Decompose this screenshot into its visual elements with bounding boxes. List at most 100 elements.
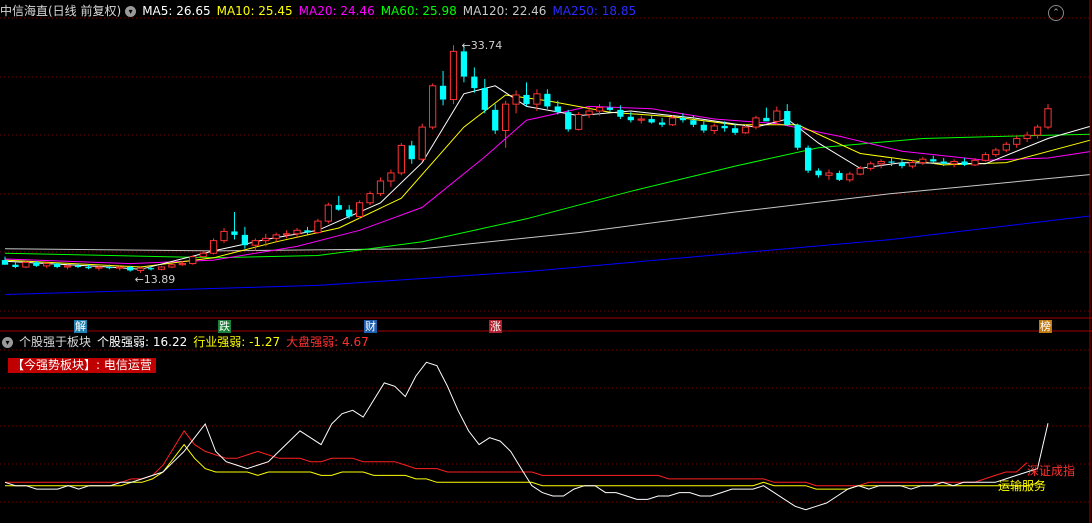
candle-body [752,117,760,128]
candle-body [595,107,604,112]
candle-body [888,161,895,163]
candle-body [1023,134,1031,140]
candle-body [220,230,228,242]
candle-body [919,158,927,164]
event-badge-zhang[interactable]: 涨 [489,320,502,333]
candle-body [262,237,270,242]
high-price-label: ←33.74 [461,39,502,52]
candle-body [794,124,801,148]
candle-body [304,230,311,233]
candle-body [502,103,510,132]
candle-body [324,204,332,222]
ma20-line [4,105,1090,265]
strength-series-line [5,430,1028,487]
candle-body [877,160,885,165]
candle-body [387,172,395,182]
candle-body [471,76,478,89]
candle-body [950,160,958,165]
candle-body [449,50,458,101]
candle-body [189,256,197,265]
ma5-line [4,85,1090,270]
candle-body [992,149,1000,156]
candle-body [251,240,259,246]
candle-body [54,263,61,268]
candle-body [908,162,917,167]
candle-body [293,229,301,235]
candle-body [272,234,280,239]
candle-body [127,267,134,271]
ma60-line [4,133,1090,259]
candle-body [1,260,9,265]
candle-body [898,162,906,167]
candle-body [12,264,19,268]
candle-body [116,266,124,269]
candle-body [606,107,614,110]
candle-body [481,88,488,110]
candle-body [784,111,791,125]
candle-body [429,85,437,128]
candle-body [85,267,92,269]
candle-body [439,85,447,100]
candle-body [981,154,990,161]
candle-body [627,116,634,121]
event-badge-cai[interactable]: 财 [364,320,377,333]
candle-body [1044,108,1052,128]
candle-body [971,159,979,166]
candle-body [95,266,103,269]
candle-body [314,220,322,234]
candle-body [1002,143,1010,151]
candle-body [825,172,833,176]
candle-body [940,161,947,164]
low-price-label: ←13.89 [135,273,176,286]
candle-body [136,267,145,271]
candle-body [460,51,468,77]
candle-body [418,126,426,160]
candle-body [961,161,968,165]
candle-body [157,266,166,270]
candle-body [763,117,770,122]
candle-body [492,109,499,131]
candle-body [721,125,728,129]
candle-body [867,163,875,169]
candle-body [335,205,342,210]
candle-body [846,173,854,181]
candle-body [565,112,572,130]
candle-body [512,94,520,105]
candle-body [366,193,374,204]
candle-body [282,233,291,236]
candle-body [346,209,353,217]
candle-body [106,267,113,269]
candle-body [773,110,781,122]
candle-body [554,106,561,113]
stock-chart-window: { "header": { "stock_title": "中信海直(日线 前复… [0,0,1092,523]
candle-body [74,265,82,268]
candle-body [930,159,937,162]
candle-body [637,118,645,121]
candle-body [533,93,541,105]
candle-body [1033,126,1042,136]
event-badge-die[interactable]: 跌 [218,320,231,333]
strength-series-line [4,361,1049,511]
candle-body [168,264,176,268]
event-badge-jie[interactable]: 解 [74,320,87,333]
candle-body [231,231,238,235]
candle-body [33,262,40,266]
candle-body [376,180,385,195]
candle-body [22,261,30,268]
candle-body [397,144,405,174]
candle-body [241,234,249,246]
candle-body [617,109,624,117]
event-badge-bang[interactable]: 榜 [1039,320,1052,333]
candle-body [668,117,677,126]
candle-body [355,202,364,218]
ma10-line [4,94,1090,268]
candle-body [575,113,583,130]
candle-body [199,252,207,258]
candle-body [209,240,218,254]
candle-body [690,120,697,125]
candle-body [731,128,739,133]
candle-body [63,265,72,268]
candle-body [43,263,51,267]
candle-body [710,125,718,132]
chart-canvas[interactable]: ←33.74 ←13.89 [0,0,1092,523]
